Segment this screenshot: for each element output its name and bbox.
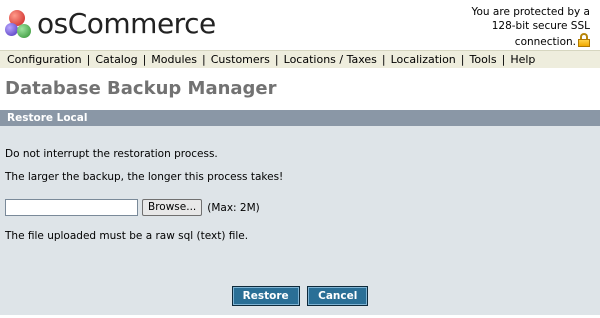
note-text: The larger the backup, the longer this p… xyxy=(5,171,284,183)
menu-separator: | xyxy=(501,53,506,66)
menu-item-catalog[interactable]: Catalog xyxy=(95,53,137,66)
header: osCommerce You are protected by a 128-bi… xyxy=(0,0,600,50)
menu-item-locations-taxes[interactable]: Locations / Taxes xyxy=(284,53,377,66)
menu-item-tools[interactable]: Tools xyxy=(470,53,497,66)
menu-separator: | xyxy=(86,53,91,66)
restore-panel: Do not interrupt the restoration process… xyxy=(0,126,600,315)
page-title: Database Backup Manager xyxy=(5,78,277,99)
file-path-input[interactable] xyxy=(5,199,138,216)
oscommerce-logo-icon xyxy=(5,8,33,40)
logo-text: osCommerce xyxy=(37,7,216,40)
menu-separator: | xyxy=(381,53,386,66)
ssl-line-2: 128-bit secure SSL xyxy=(491,20,590,32)
ssl-notice: You are protected by a 128-bit secure SS… xyxy=(440,5,590,49)
menu-separator: | xyxy=(142,53,147,66)
menu-separator: | xyxy=(274,53,279,66)
oscommerce-logo[interactable]: osCommerce xyxy=(5,7,216,41)
cancel-button[interactable]: Cancel xyxy=(307,286,369,306)
menu-item-customers[interactable]: Customers xyxy=(211,53,270,66)
menu-item-modules[interactable]: Modules xyxy=(151,53,197,66)
ssl-line-3: connection. xyxy=(514,36,576,48)
ssl-line-1: You are protected by a xyxy=(471,6,590,18)
warning-text: Do not interrupt the restoration process… xyxy=(5,148,218,160)
padlock-icon xyxy=(578,33,590,47)
action-buttons: Restore Cancel xyxy=(0,286,600,306)
menu-item-configuration[interactable]: Configuration xyxy=(7,53,82,66)
menu-separator: | xyxy=(202,53,206,66)
menu-separator: | xyxy=(460,53,465,66)
section-header: Restore Local xyxy=(0,110,600,126)
max-size-text: (Max: 2M) xyxy=(207,201,260,214)
top-menu: Configuration | Catalog | Modules | Customers |… xyxy=(0,50,600,68)
restore-button[interactable]: Restore xyxy=(231,286,300,306)
file-upload-row: Browse... (Max: 2M) xyxy=(5,199,595,216)
menu-item-localization[interactable]: Localization xyxy=(391,53,456,66)
browse-button[interactable]: Browse... xyxy=(142,199,203,216)
file-format-note: The file uploaded must be a raw sql (tex… xyxy=(5,230,249,242)
menu-item-help[interactable]: Help xyxy=(510,53,535,66)
